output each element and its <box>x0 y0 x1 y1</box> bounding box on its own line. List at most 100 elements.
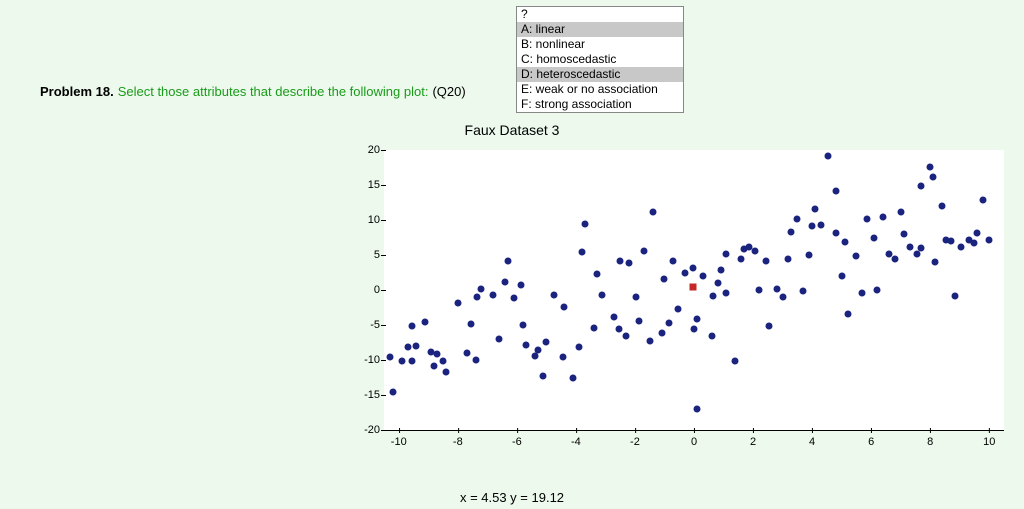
data-point <box>490 291 497 298</box>
data-point <box>658 329 665 336</box>
data-point <box>732 357 739 364</box>
x-tick: -2 <box>630 436 640 448</box>
x-tick: 8 <box>927 436 933 448</box>
data-point <box>838 273 845 280</box>
data-point <box>478 285 485 292</box>
option-e-weak[interactable]: E: weak or no association <box>517 82 683 97</box>
data-point <box>633 294 640 301</box>
data-point <box>812 205 819 212</box>
option-d-heteroscedastic[interactable]: D: heteroscedastic <box>517 67 683 82</box>
data-point <box>409 322 416 329</box>
data-point <box>980 196 987 203</box>
data-point <box>502 278 509 285</box>
data-point <box>510 294 517 301</box>
data-point <box>710 293 717 300</box>
data-point <box>463 350 470 357</box>
data-point <box>958 244 965 251</box>
data-point <box>832 188 839 195</box>
data-point <box>930 173 937 180</box>
data-point <box>519 322 526 329</box>
data-point <box>670 258 677 265</box>
x-tick: 6 <box>868 436 874 448</box>
scatter-chart[interactable]: -20-15-10-505101520 -10-8-6-4-20246810 <box>346 146 1006 446</box>
data-point <box>779 294 786 301</box>
data-point <box>974 229 981 236</box>
attributes-listbox[interactable]: ? A: linear B: nonlinear C: homoscedasti… <box>516 6 684 113</box>
data-point <box>636 317 643 324</box>
data-point <box>431 363 438 370</box>
data-point <box>404 343 411 350</box>
data-point <box>468 320 475 327</box>
data-point <box>939 203 946 210</box>
data-point <box>859 289 866 296</box>
data-point <box>844 310 851 317</box>
data-point <box>693 406 700 413</box>
data-point <box>440 358 447 365</box>
data-point <box>534 347 541 354</box>
data-point <box>971 240 978 247</box>
data-point <box>986 237 993 244</box>
highlight-marker <box>689 283 696 290</box>
data-point <box>755 287 762 294</box>
data-point <box>693 316 700 323</box>
data-point <box>691 326 698 333</box>
y-tick: -5 <box>346 319 380 331</box>
data-point <box>806 252 813 259</box>
data-point <box>559 354 566 361</box>
data-point <box>918 245 925 252</box>
data-point <box>763 258 770 265</box>
data-point <box>422 319 429 326</box>
data-point <box>871 235 878 242</box>
option-f-strong[interactable]: F: strong association <box>517 97 683 112</box>
data-point <box>817 221 824 228</box>
problem-text: Select those attributes that describe th… <box>118 84 429 99</box>
data-point <box>751 247 758 254</box>
data-point <box>640 247 647 254</box>
data-point <box>522 342 529 349</box>
data-point <box>853 253 860 260</box>
data-point <box>386 353 393 360</box>
data-point <box>649 209 656 216</box>
data-point <box>879 213 886 220</box>
option-b-nonlinear[interactable]: B: nonlinear <box>517 37 683 52</box>
data-point <box>569 374 576 381</box>
data-point <box>615 326 622 333</box>
x-tick: 0 <box>691 436 697 448</box>
data-point <box>825 153 832 160</box>
data-point <box>398 358 405 365</box>
data-point <box>409 357 416 364</box>
y-tick: 15 <box>346 179 380 191</box>
data-point <box>575 344 582 351</box>
x-tick: -8 <box>453 436 463 448</box>
option-c-homoscedastic[interactable]: C: homoscedastic <box>517 52 683 67</box>
data-point <box>389 388 396 395</box>
cursor-readout: x = 4.53 y = 19.12 <box>0 490 1024 505</box>
x-tick: -4 <box>571 436 581 448</box>
data-point <box>794 215 801 222</box>
y-tick: 20 <box>346 144 380 156</box>
data-point <box>518 282 525 289</box>
data-point <box>496 336 503 343</box>
x-tick: 4 <box>809 436 815 448</box>
data-point <box>689 264 696 271</box>
data-point <box>913 251 920 258</box>
data-point <box>581 220 588 227</box>
plot-area[interactable] <box>384 150 1004 430</box>
data-point <box>766 322 773 329</box>
data-point <box>617 257 624 264</box>
y-tick: -10 <box>346 354 380 366</box>
listbox-placeholder: ? <box>517 7 683 22</box>
data-point <box>906 244 913 251</box>
data-point <box>540 373 547 380</box>
data-point <box>699 273 706 280</box>
data-point <box>708 332 715 339</box>
data-point <box>927 163 934 170</box>
data-point <box>863 215 870 222</box>
y-tick: -20 <box>346 424 380 436</box>
data-point <box>413 343 420 350</box>
data-point <box>891 256 898 263</box>
option-a-linear[interactable]: A: linear <box>517 22 683 37</box>
problem-number: Problem 18. <box>40 84 114 99</box>
data-point <box>723 251 730 258</box>
data-point <box>578 249 585 256</box>
